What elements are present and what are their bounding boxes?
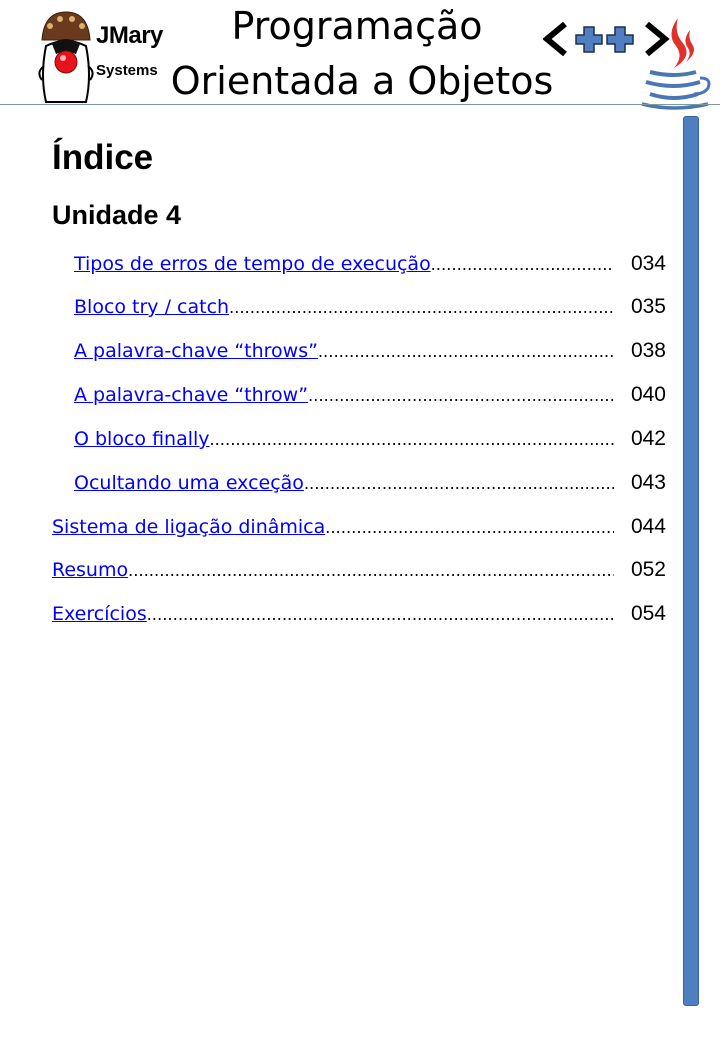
- toc-leader-dots: ........................................…: [128, 560, 614, 580]
- unit-heading: Unidade 4: [52, 200, 182, 230]
- toc-leader-dots: ........................................…: [229, 297, 614, 317]
- toc-link[interactable]: Resumo: [52, 559, 128, 581]
- toc-page-number: 054: [630, 602, 666, 625]
- toc-link[interactable]: Sistema de ligação dinâmica: [52, 516, 325, 538]
- toc-link[interactable]: Tipos de erros de tempo de execução: [74, 253, 431, 275]
- toc-leader-dots: ........................................…: [308, 385, 614, 405]
- toc-page-number: 038: [630, 339, 666, 362]
- toc-page-number: 034: [630, 252, 666, 275]
- toc-page-number: 035: [630, 295, 666, 318]
- toc-entry: A palavra-chave “throws” ...............…: [74, 339, 666, 367]
- toc-entry: Tipos de erros de tempo de execução ....…: [74, 252, 666, 280]
- toc-entry: A palavra-chave “throw” ................…: [74, 383, 666, 411]
- toc-link[interactable]: A palavra-chave “throws”: [74, 340, 318, 362]
- toc-page-number: 052: [630, 558, 666, 581]
- index-heading: Índice: [52, 138, 154, 177]
- toc-entry: Sistema de ligação dinâmica ............…: [52, 515, 666, 543]
- side-scroll-bar[interactable]: [683, 116, 699, 1006]
- toc-link[interactable]: A palavra-chave “throw”: [74, 384, 308, 406]
- toc-entry: Ocultando uma exceção ..................…: [74, 471, 666, 499]
- toc-page-number: 042: [630, 427, 666, 450]
- page-header: JMary Systems Programação Orientada a Ob…: [0, 0, 720, 110]
- toc-page-number: 044: [630, 515, 666, 538]
- toc-page-number: 040: [630, 383, 666, 406]
- toc-leader-dots: ........................................…: [303, 473, 614, 493]
- toc-leader-dots: ........................................…: [325, 517, 614, 537]
- toc-entry: Bloco try / catch ......................…: [74, 295, 666, 323]
- toc-page-number: 043: [630, 471, 666, 494]
- toc-leader-dots: ........................................…: [317, 341, 614, 361]
- header-divider: [0, 104, 720, 105]
- java-cup-icon: [641, 18, 711, 110]
- toc-link[interactable]: Bloco try / catch: [74, 296, 229, 318]
- toc-link[interactable]: Ocultando uma exceção: [74, 472, 304, 494]
- header-title-line-2: Orientada a Objetos: [170, 59, 554, 103]
- toc-leader-dots: ........................................…: [430, 254, 614, 274]
- toc-entry: O bloco finally ........................…: [74, 427, 666, 455]
- toc-link[interactable]: O bloco finally: [74, 428, 210, 450]
- toc-entry: Exercícios .............................…: [52, 602, 666, 630]
- toc-entry: Resumo .................................…: [52, 558, 666, 586]
- toc-link[interactable]: Exercícios: [52, 603, 147, 625]
- toc-leader-dots: ........................................…: [146, 604, 614, 624]
- toc-leader-dots: ........................................…: [209, 429, 614, 449]
